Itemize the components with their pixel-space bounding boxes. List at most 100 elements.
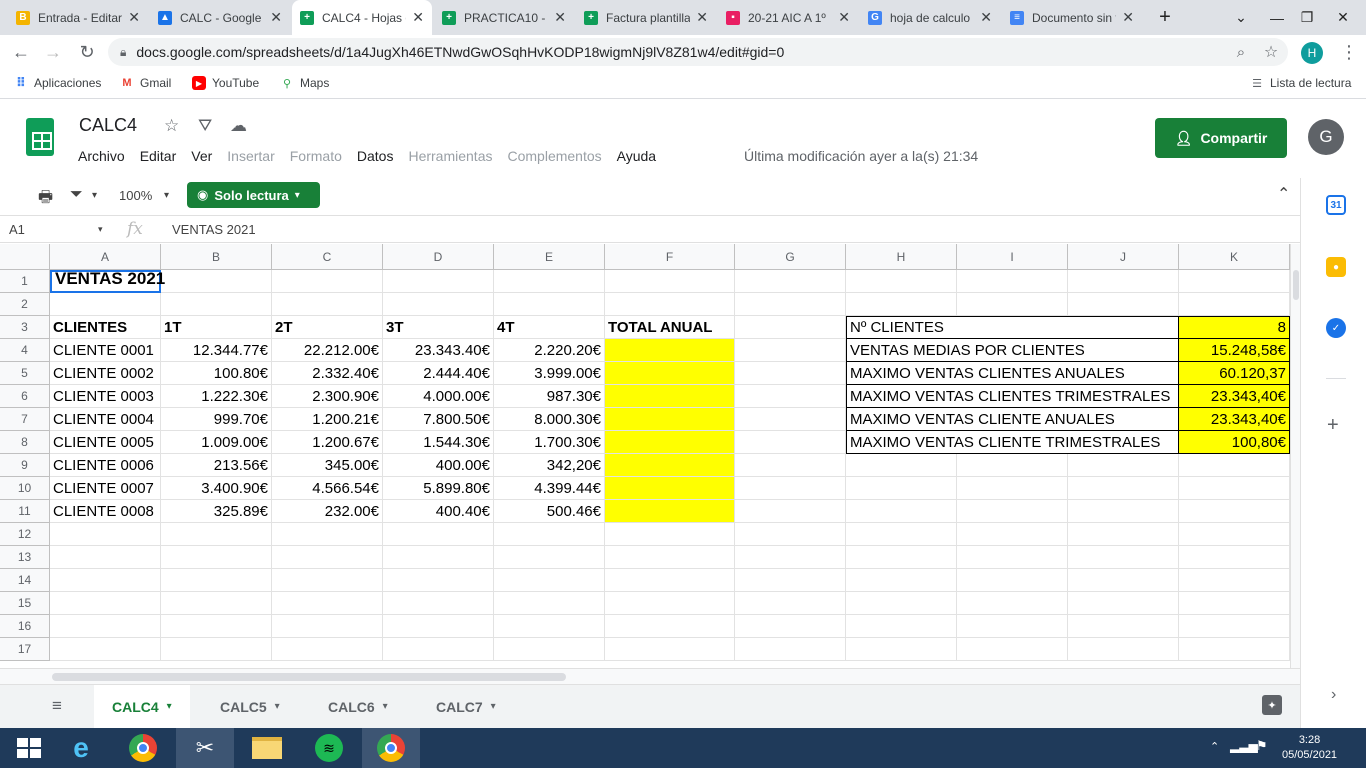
tab-close-icon[interactable]: ✕ [554, 9, 566, 26]
grid-cell[interactable] [846, 615, 957, 638]
grid-cell[interactable] [846, 293, 957, 316]
menu-ayuda[interactable]: Ayuda [617, 148, 656, 164]
profile-avatar[interactable]: H [1301, 42, 1323, 64]
browser-tab[interactable]: ≡ Documento sin título ✕ [1002, 0, 1142, 35]
name-box-dropdown-icon[interactable]: ▾ [98, 224, 103, 235]
q4-cell[interactable]: 2.220.20€ [494, 339, 605, 362]
grid-cell[interactable] [846, 270, 957, 293]
grid-cell[interactable] [735, 592, 846, 615]
q1-cell[interactable]: 3.400.90€ [161, 477, 272, 500]
summary-value-cell[interactable]: 23.343,40€ [1179, 385, 1290, 408]
browser-menu-icon[interactable]: ⋮ [1336, 39, 1362, 65]
total-anual-cell[interactable] [605, 454, 735, 477]
header-cell[interactable]: CLIENTES [50, 316, 161, 339]
menu-herramientas[interactable]: Herramientas [408, 148, 492, 164]
document-title[interactable]: CALC4 [79, 115, 137, 136]
bookmark-star-icon[interactable]: ☆ [1258, 39, 1284, 65]
grid-cell[interactable] [605, 638, 735, 661]
share-button[interactable]: 👤︎ Compartir [1155, 118, 1287, 158]
reload-icon[interactable]: ↻ [74, 39, 100, 65]
grid-cell[interactable] [846, 523, 957, 546]
header-cell[interactable]: 4T [494, 316, 605, 339]
grid-cell[interactable] [494, 270, 605, 293]
q2-cell[interactable]: 2.300.90€ [272, 385, 383, 408]
file-explorer-icon[interactable] [238, 728, 296, 768]
grid-cell[interactable] [846, 477, 957, 500]
collapse-menus-icon[interactable]: ⌃ [1277, 184, 1290, 204]
q3-cell[interactable]: 4.000.00€ [383, 385, 494, 408]
grid-cell[interactable] [1179, 477, 1290, 500]
grid-cell[interactable] [735, 339, 846, 362]
row-header[interactable]: 11 [0, 500, 50, 523]
grid-cell[interactable] [1179, 454, 1290, 477]
q2-cell[interactable]: 2.332.40€ [272, 362, 383, 385]
header-cell[interactable]: 2T [272, 316, 383, 339]
browser-tab[interactable]: ▲ CALC - Google Drive ✕ [150, 0, 290, 35]
calendar-icon[interactable]: 31 [1326, 195, 1346, 215]
q4-cell[interactable]: 500.46€ [494, 500, 605, 523]
grid-cell[interactable] [494, 615, 605, 638]
sheets-logo-icon[interactable] [26, 118, 54, 156]
formula-input[interactable]: VENTAS 2021 [172, 222, 256, 237]
grid-cell[interactable] [957, 477, 1068, 500]
clock[interactable]: 3:28 05/05/2021 [1282, 733, 1337, 763]
q2-cell[interactable]: 4.566.54€ [272, 477, 383, 500]
q4-cell[interactable]: 987.30€ [494, 385, 605, 408]
grid-cell[interactable] [735, 316, 846, 339]
grid-cell[interactable] [494, 546, 605, 569]
browser-tab[interactable]: Ghoja de calculo ✕ [860, 0, 1000, 35]
grid-cell[interactable] [957, 592, 1068, 615]
client-name-cell[interactable]: CLIENTE 0006 [50, 454, 161, 477]
row-header[interactable]: 13 [0, 546, 50, 569]
grid-cell[interactable] [1068, 569, 1179, 592]
grid-cell[interactable] [1179, 546, 1290, 569]
grid-cell[interactable] [605, 615, 735, 638]
grid-cell[interactable] [272, 615, 383, 638]
row-header[interactable]: 1 [0, 270, 50, 293]
q4-cell[interactable]: 3.999.00€ [494, 362, 605, 385]
q2-cell[interactable]: 232.00€ [272, 500, 383, 523]
url-input[interactable]: 🔒︎ docs.google.com/spreadsheets/d/1a4Jug… [108, 38, 1288, 66]
q1-cell[interactable]: 325.89€ [161, 500, 272, 523]
q2-cell[interactable]: 22.212.00€ [272, 339, 383, 362]
grid-cell[interactable] [272, 592, 383, 615]
q4-cell[interactable]: 1.700.30€ [494, 431, 605, 454]
chrome-profile-icon[interactable] [362, 728, 420, 768]
menu-formato[interactable]: Formato [290, 148, 342, 164]
forward-arrow-icon[interactable]: → [40, 39, 66, 65]
q3-cell[interactable]: 23.343.40€ [383, 339, 494, 362]
row-header[interactable]: 4 [0, 339, 50, 362]
grid-cell[interactable] [1179, 592, 1290, 615]
total-anual-cell[interactable] [605, 431, 735, 454]
grid-cell[interactable] [846, 500, 957, 523]
spotify-icon[interactable]: ≋ [300, 728, 358, 768]
grid-cell[interactable] [735, 431, 846, 454]
summary-label-cell[interactable]: VENTAS MEDIAS POR CLIENTES [846, 339, 1179, 362]
grid-cell[interactable] [161, 546, 272, 569]
row-header[interactable]: 9 [0, 454, 50, 477]
grid-cell[interactable] [735, 408, 846, 431]
grid-cell[interactable] [735, 569, 846, 592]
zoom-dropdown-icon[interactable]: ▾ [164, 190, 169, 201]
grid-cell[interactable] [50, 615, 161, 638]
summary-label-cell[interactable]: MAXIMO VENTAS CLIENTE TRIMESTRALES [846, 431, 1179, 454]
tab-close-icon[interactable]: ✕ [1122, 9, 1134, 26]
grid-cell[interactable] [735, 270, 846, 293]
sheet-tab-calc7[interactable]: CALC7 ▾ [418, 685, 514, 728]
grid-cell[interactable] [272, 293, 383, 316]
row-header[interactable]: 7 [0, 408, 50, 431]
column-header[interactable]: B [161, 244, 272, 270]
grid-cell[interactable] [272, 569, 383, 592]
q1-cell[interactable]: 999.70€ [161, 408, 272, 431]
grid-cell[interactable] [161, 270, 272, 293]
back-arrow-icon[interactable]: ← [8, 39, 34, 65]
grid-cell[interactable] [161, 638, 272, 661]
total-anual-cell[interactable] [605, 339, 735, 362]
grid-cell[interactable] [1179, 270, 1290, 293]
windows-start-icon[interactable] [0, 728, 58, 768]
grid-cell[interactable] [1068, 477, 1179, 500]
summary-label-cell[interactable]: MAXIMO VENTAS CLIENTE ANUALES [846, 408, 1179, 431]
q1-cell[interactable]: 1.222.30€ [161, 385, 272, 408]
summary-label-cell[interactable]: MAXIMO VENTAS CLIENTES TRIMESTRALES [846, 385, 1179, 408]
menu-editar[interactable]: Editar [140, 148, 177, 164]
